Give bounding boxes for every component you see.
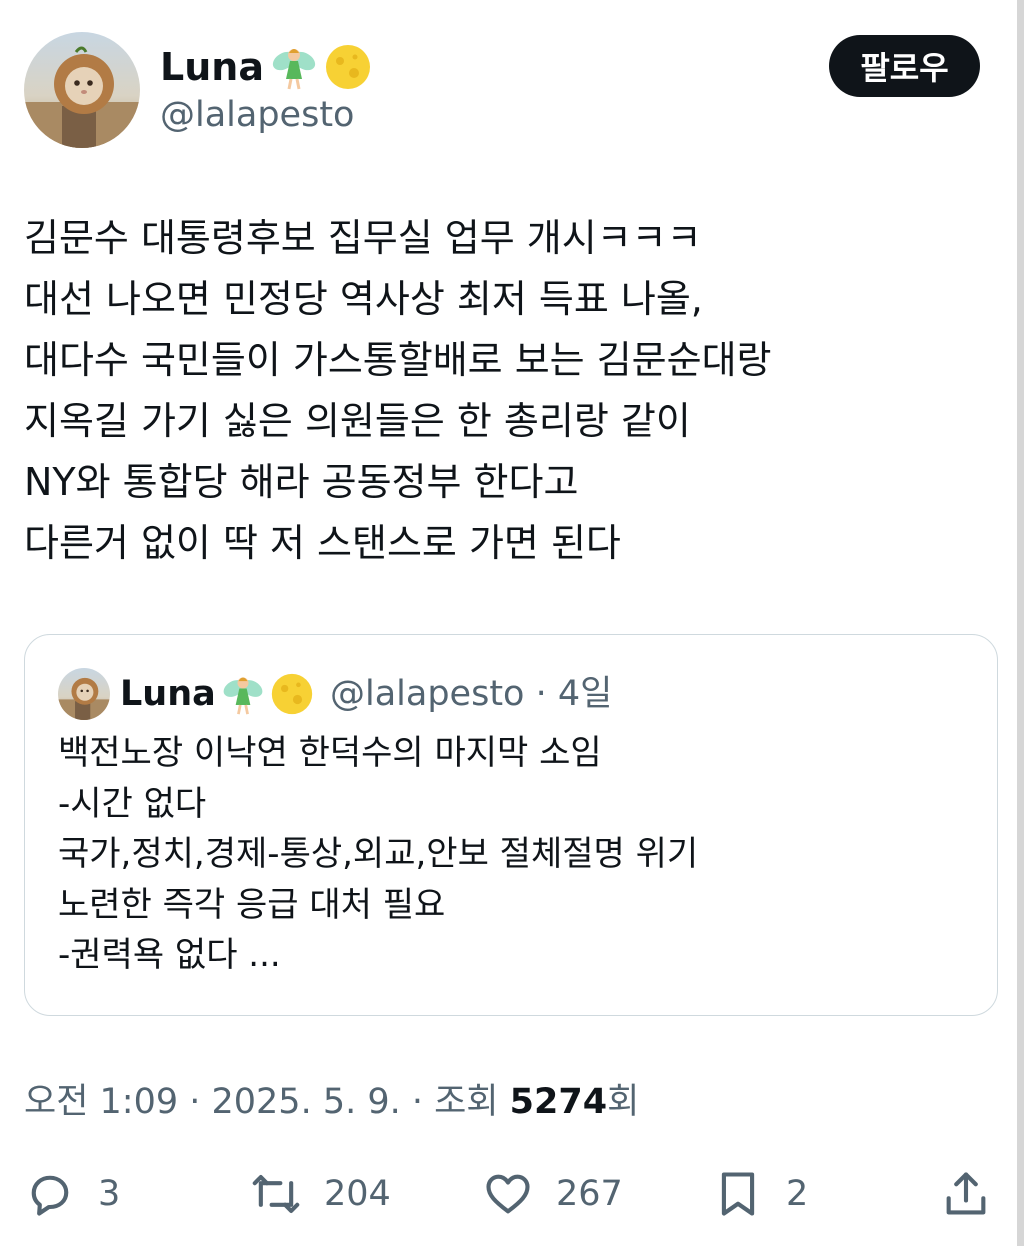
quote-line: -권력욕 없다 ... (58, 935, 281, 975)
scroll-edge (1017, 0, 1024, 1246)
bookmark-icon (712, 1168, 764, 1220)
quoted-tweet-text: 백전노장 이낙연 한덕수의 마지막 소임 -시간 없다 국가,정치,경제-통상,… (58, 728, 978, 981)
reply-count: 3 (98, 1174, 121, 1214)
tweet-meta: 오전 1:09 · 2025. 5. 9. · 조회 5274회 (24, 1078, 639, 1126)
like-count: 267 (556, 1174, 623, 1214)
quoted-avatar[interactable] (58, 668, 110, 720)
bookmark-button[interactable]: 2 (712, 1166, 808, 1222)
full-moon-emoji-icon (324, 43, 372, 91)
user-handle[interactable]: @lalapesto (160, 92, 354, 138)
quoted-handle-time: @lalapesto · 4일 (330, 674, 613, 714)
share-icon (940, 1168, 992, 1220)
fairy-emoji-icon (221, 672, 265, 716)
quoted-display-name: Luna (120, 674, 216, 714)
view-count: 5274 (509, 1082, 608, 1122)
retweet-count: 204 (324, 1174, 391, 1214)
quoted-display-name-row: Luna (120, 670, 314, 718)
like-icon (482, 1168, 534, 1220)
bookmark-count: 2 (786, 1174, 809, 1214)
quote-line: 백전노장 이낙연 한덕수의 마지막 소임 (58, 733, 602, 773)
retweet-button[interactable]: 204 (250, 1166, 391, 1222)
fairy-emoji-icon (270, 43, 318, 91)
view-suffix: 회 (607, 1082, 640, 1122)
tweet-line: 지옥길 가기 싫은 의원들은 한 총리랑 같이 (24, 399, 691, 443)
timestamp[interactable]: 오전 1:09 · 2025. 5. 9. · 조회 (24, 1082, 510, 1122)
display-name-row[interactable]: Luna (160, 42, 372, 92)
avatar[interactable] (24, 32, 140, 148)
display-name: Luna (160, 45, 264, 89)
quote-line: -시간 없다 (58, 783, 207, 824)
tweet-line: 대다수 국민들이 가스통할배로 보는 김문순대랑 (24, 338, 772, 382)
reply-icon (24, 1168, 76, 1220)
quoted-avatar-image (58, 668, 110, 720)
avatar-image (24, 32, 140, 148)
share-button[interactable] (940, 1166, 992, 1222)
tweet-line: 다른거 없이 딱 저 스탠스로 가면 된다 (24, 521, 621, 565)
retweet-icon (250, 1168, 302, 1220)
tweet-line: NY와 통합당 해라 공동정부 한다고 (24, 460, 579, 504)
quote-line: 국가,정치,경제-통상,외교,안보 절체절명 위기 (58, 834, 699, 874)
like-button[interactable]: 267 (482, 1166, 623, 1222)
full-moon-emoji-icon (270, 672, 314, 716)
tweet-line: 김문수 대통령후보 집무실 업무 개시ㅋㅋㅋ (24, 216, 702, 260)
tweet-line: 대선 나오면 민정당 역사상 최저 득표 나올, (24, 277, 703, 321)
follow-button[interactable]: 팔로우 (829, 35, 980, 97)
quote-line: 노련한 즉각 응급 대처 필요 (58, 884, 446, 925)
reply-button[interactable]: 3 (24, 1166, 120, 1222)
tweet-text: 김문수 대통령후보 집무실 업무 개시ㅋㅋㅋ 대선 나오면 민정당 역사상 최저… (24, 208, 984, 574)
